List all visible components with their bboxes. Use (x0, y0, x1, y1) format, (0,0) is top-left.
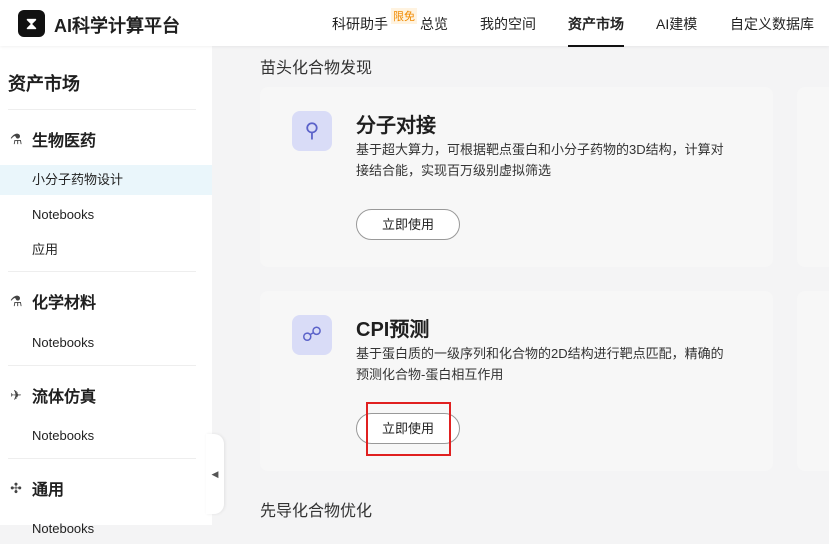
divider (8, 458, 196, 459)
nav-custom-database[interactable]: 自定义数据库 (730, 14, 814, 34)
network-icon: ✣ (10, 479, 22, 496)
free-badge: 限免 (391, 8, 417, 24)
section-chemistry[interactable]: ⚗ 化学材料 (8, 289, 96, 313)
hourglass-icon[interactable]: ⧗ (18, 10, 45, 37)
sidebar: 资产市场 ⚗ 生物医药 小分子药物设计 Notebooks 应用 ⚗ 化学材料 No… (0, 46, 212, 536)
section-heading: 苗头化合物发现 (260, 60, 373, 77)
card-docking: ⚲ 分子对接 基于超大算力，可根据靶点蛋白和小分子药物的3D结构，计算对接结合能… (260, 87, 773, 267)
nav-overview[interactable]: 总览 (420, 14, 448, 34)
card-title: CPI预测 (356, 319, 430, 341)
nav-ai-modeling[interactable]: AI建模 (656, 14, 697, 34)
card-partial (797, 291, 829, 471)
flask-icon: ⚗ (9, 292, 23, 309)
graph-icon: ☍ (292, 315, 332, 355)
brand-name[interactable]: AI科学计算平台 (54, 12, 180, 38)
nav-asset-market[interactable]: 资产市场 (568, 14, 624, 47)
card-title: 分子对接 (356, 115, 436, 137)
sidebar-item-notebooks[interactable]: Notebooks (0, 421, 212, 451)
collapse-sidebar-button[interactable]: ◀ (206, 434, 224, 514)
sidebar-item-apps[interactable]: 应用 (0, 235, 212, 265)
card-partial (797, 87, 829, 267)
card-description: 基于蛋白质的一级序列和化合物的2D结构进行靶点匹配，精确的预测化合物-蛋白相互作… (356, 346, 724, 382)
section-biomedicine[interactable]: ⚗ 生物医药 (8, 127, 96, 151)
divider (8, 365, 196, 366)
sidebar-item-notebooks[interactable]: Notebooks (0, 328, 212, 358)
sidebar-item-notebooks[interactable]: Notebooks (0, 514, 212, 544)
sidebar-item-notebooks[interactable]: Notebooks (0, 200, 212, 230)
highlight-box (366, 402, 451, 456)
card-description: 基于超大算力，可根据靶点蛋白和小分子药物的3D结构，计算对接结合能，实现百万级别… (356, 142, 724, 178)
use-now-button[interactable]: 立即使用 (356, 209, 460, 240)
nav-my-space[interactable]: 我的空间 (480, 14, 536, 34)
bio-icon: ⚗ (9, 130, 23, 147)
top-bar: ⧗ AI科学计算平台 科研助手 限免 总览 我的空间 资产市场 AI建模 自定义… (0, 0, 829, 47)
divider (8, 271, 196, 272)
sidebar-title: 资产市场 (8, 74, 80, 94)
sidebar-item-small-molecule[interactable]: 小分子药物设计 (0, 165, 212, 195)
nav-research-assistant[interactable]: 科研助手 (332, 14, 388, 34)
section-heading: 先导化合物优化 (260, 503, 373, 520)
divider (8, 109, 196, 110)
plane-icon: ✈ (10, 386, 22, 403)
section-general[interactable]: ✣ 通用 (8, 476, 64, 500)
card-cpi: ☍ CPI预测 基于蛋白质的一级序列和化合物的2D结构进行靶点匹配，精确的预测化… (260, 291, 773, 471)
plug-icon: ⚲ (292, 111, 332, 151)
section-fluid[interactable]: ✈ 流体仿真 (8, 383, 96, 407)
